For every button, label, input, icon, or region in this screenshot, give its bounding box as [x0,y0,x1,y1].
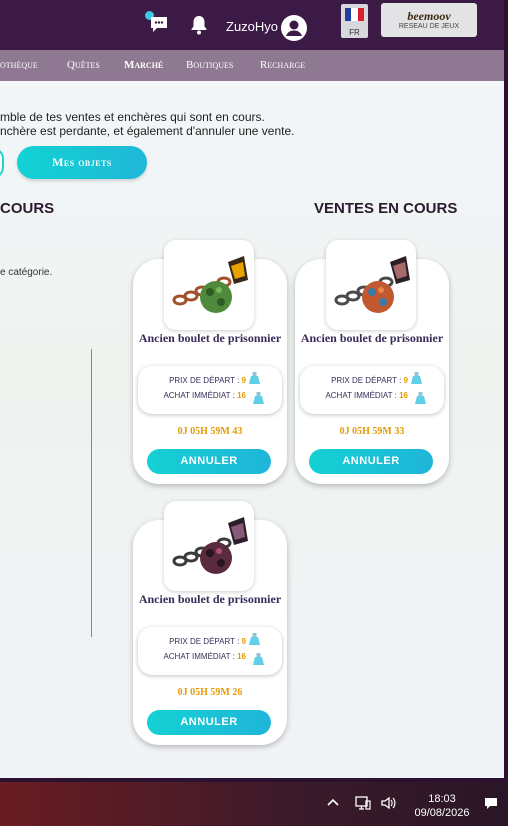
item-image [164,501,254,591]
start-price-label: PRIX DE DÉPART : [331,376,402,385]
left-column-title: COURS [0,200,55,217]
nav-item-recharge[interactable]: Recharge [260,59,305,71]
price-box: PRIX DE DÉPART : 9 ACHAT IMMÉDIAT : 16 [138,627,282,675]
partner-logo[interactable]: beemoov RESEAU DE JEUX [381,3,477,37]
item-name: Ancien boulet de prisonnier [138,592,282,606]
item-image [326,240,416,330]
main-content: mble de tes ventes et enchères qui sont … [0,81,504,778]
cancel-sale-button[interactable]: ANNULER [309,449,433,474]
potion-icon [415,392,426,404]
taskbar-clock[interactable]: 18:03 09/08/2026 [410,792,474,820]
intro-text: mble de tes ventes et enchères qui sont … [0,110,295,138]
ball-icon [200,281,232,313]
start-price-row: PRIX DE DÉPART : 9 [138,376,246,385]
buyout-value: 16 [399,391,408,400]
buyout-price-row: ACHAT IMMÉDIAT : 16 [138,391,246,400]
clock-date: 09/08/2026 [414,807,470,819]
chevron-up-icon[interactable] [325,795,341,811]
clock-time: 18:03 [428,793,456,805]
start-price-value: 9 [403,376,408,385]
nav-item-shops[interactable]: Boutiques [186,59,233,71]
window-edge [504,0,508,778]
price-box: PRIX DE DÉPART : 9 ACHAT IMMÉDIAT : 16 [138,366,282,414]
item-image [164,240,254,330]
start-price-label: PRIX DE DÉPART : [169,376,240,385]
top-bar: ZuzoHyo FR beemoov RESEAU DE JEUX [0,0,504,50]
sale-card: Ancien boulet de prisonnier PRIX DE DÉPA… [133,501,287,745]
partner-logo-text: beemoov [407,9,451,23]
ball-icon [200,542,232,574]
language-code: FR [349,28,360,37]
potion-icon [253,392,264,404]
sale-card: Ancien boulet de prisonnier PRIX DE DÉPA… [133,240,287,484]
ball-icon [362,281,394,313]
potion-icon [411,372,422,384]
buyout-label: ACHAT IMMÉDIAT : [163,391,235,400]
cancel-sale-button[interactable]: ANNULER [147,449,271,474]
my-items-button[interactable]: Mes objets [17,146,147,179]
start-price-value: 9 [241,637,246,646]
auctions-tab-button[interactable] [0,147,4,179]
start-price-row: PRIX DE DÉPART : 9 [138,637,246,646]
intro-line-2: nchère est perdante, et également d'annu… [0,124,295,138]
buyout-value: 16 [237,391,246,400]
language-selector[interactable]: FR [341,4,368,38]
column-divider [91,349,92,637]
nav-item-library[interactable]: othèque [0,59,38,71]
flag-icon [345,8,364,21]
time-left: 0J 05H 59M 33 [339,426,405,437]
sale-card: Ancien boulet de prisonnier PRIX DE DÉPA… [295,240,449,484]
buyout-price-row: ACHAT IMMÉDIAT : 16 [300,391,408,400]
notification-center-icon[interactable] [483,795,499,811]
nav-item-quests[interactable]: Quêtes [67,59,100,71]
potion-icon [253,653,264,665]
price-box: PRIX DE DÉPART : 9 ACHAT IMMÉDIAT : 16 [300,366,444,414]
partner-tagline: RESEAU DE JEUX [398,23,460,30]
buyout-price-row: ACHAT IMMÉDIAT : 16 [138,652,246,661]
network-icon[interactable] [355,795,371,811]
username[interactable]: ZuzoHyo [226,19,278,34]
avatar[interactable] [281,15,307,41]
main-nav: othèque Quêtes Marché Boutiques Recharge [0,50,504,81]
start-price-value: 9 [241,376,246,385]
buyout-label: ACHAT IMMÉDIAT : [325,391,397,400]
chat-icon[interactable] [147,12,171,36]
item-name: Ancien boulet de prisonnier [138,331,282,345]
buyout-value: 16 [237,652,246,661]
nav-item-market[interactable]: Marché [124,59,163,71]
start-price-label: PRIX DE DÉPART : [169,637,240,646]
bell-icon[interactable] [189,14,209,36]
sales-column-title: VENTES EN COURS [314,200,458,217]
buyout-label: ACHAT IMMÉDIAT : [163,652,235,661]
empty-category-text: e catégorie. [0,267,53,278]
item-name: Ancien boulet de prisonnier [300,331,444,345]
cancel-sale-button[interactable]: ANNULER [147,710,271,735]
time-left: 0J 05H 59M 26 [177,687,243,698]
potion-icon [249,633,260,645]
start-price-row: PRIX DE DÉPART : 9 [300,376,408,385]
taskbar: 18:03 09/08/2026 [0,782,508,826]
time-left: 0J 05H 59M 43 [177,426,243,437]
intro-line-1: mble de tes ventes et enchères qui sont … [0,110,265,124]
volume-icon[interactable] [380,795,396,811]
potion-icon [249,372,260,384]
